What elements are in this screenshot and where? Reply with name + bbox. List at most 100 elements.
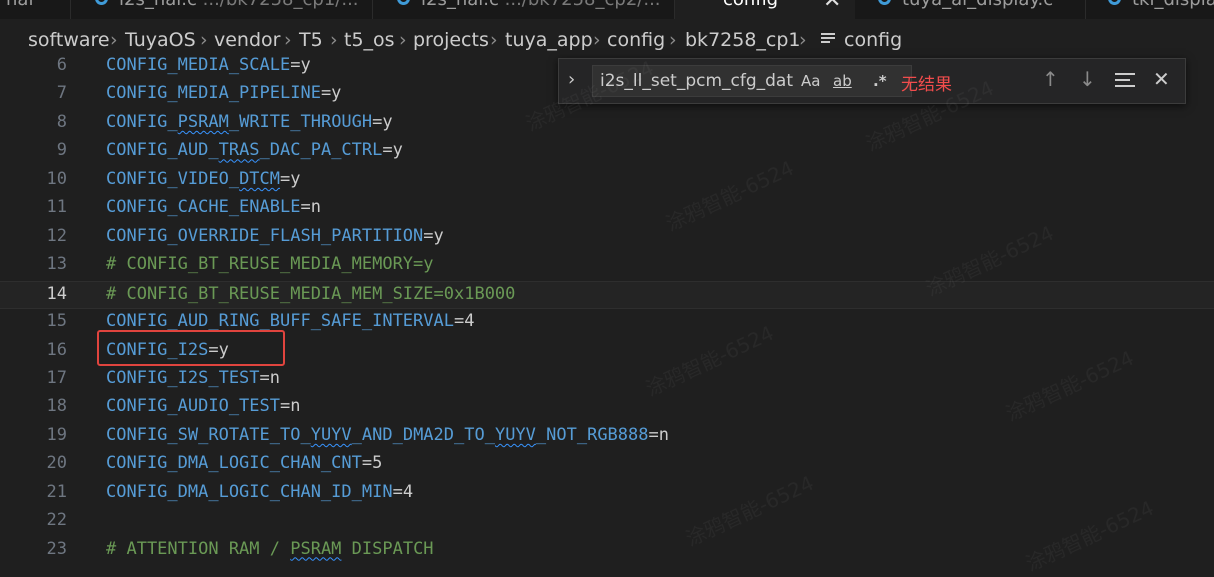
- config-key: CONFIG_PSRAM_WRITE_THROUGH: [106, 111, 373, 132]
- line-number: 12: [46, 225, 67, 246]
- find-in-selection-icon[interactable]: [1115, 73, 1135, 91]
- c-file-icon: [95, 0, 108, 5]
- chevron-right-icon: ›: [330, 29, 338, 51]
- config-key: CONFIG_DMA_LOGIC_CHAN_CNT: [106, 453, 362, 474]
- config-value: =y: [382, 140, 403, 161]
- line-number: 18: [46, 396, 67, 417]
- line-number: 23: [46, 538, 67, 559]
- breadcrumb-item-vendor[interactable]: vendor: [214, 29, 280, 51]
- tab-tkl-display[interactable]: tkl_displa: [1086, 0, 1214, 19]
- config-entry: CONFIG_CACHE_ENABLE=n: [106, 197, 321, 217]
- tab-config[interactable]: config ✕: [675, 0, 855, 19]
- close-find-icon[interactable]: ✕: [1153, 67, 1170, 91]
- next-match-arrow-down-icon[interactable]: ↓: [1079, 67, 1096, 91]
- chevron-right-icon: ›: [799, 29, 807, 51]
- config-key: CONFIG_I2S_TEST: [106, 367, 260, 388]
- line-number: 17: [46, 367, 67, 388]
- breadcrumb-item-software[interactable]: software: [28, 29, 110, 51]
- config-value: =4: [454, 311, 475, 332]
- config-entry: CONFIG_AUDIO_TEST=n: [106, 396, 300, 416]
- config-value: =5: [361, 453, 383, 474]
- config-value: =n: [280, 396, 301, 417]
- tab-hal[interactable]: hal: [0, 0, 71, 19]
- config-key: CONFIG_CACHE_ENABLE: [106, 197, 301, 218]
- code-line[interactable]: 19 CONFIG_SW_ROTATE_TO_YUYV_AND_DMA2D_TO_…: [0, 423, 1214, 451]
- comment: # CONFIG_BT_REUSE_MEDIA_MEMORY=y: [106, 254, 434, 275]
- config-key: CONFIG_DMA_LOGIC_CHAN_ID_MIN: [106, 481, 393, 502]
- tab-label: config: [723, 0, 778, 10]
- tab-path: .../bk7258_cp1/...: [203, 0, 359, 10]
- code-line[interactable]: 14 # CONFIG_BT_REUSE_MEDIA_MEM_SIZE=0x1B0…: [0, 280, 1214, 309]
- comment: # ATTENTION RAM / PSRAM DISPATCH: [106, 538, 434, 559]
- code-line[interactable]: 11 CONFIG_CACHE_ENABLE=n: [0, 195, 1214, 223]
- chevron-right-icon: ›: [669, 29, 677, 51]
- breadcrumb-item-t5-os[interactable]: t5_os: [344, 29, 395, 51]
- breadcrumb-item-tuya-app[interactable]: tuya_app: [505, 29, 593, 51]
- config-entry: CONFIG_MEDIA_SCALE=y: [106, 55, 311, 75]
- tab-label: hal: [6, 0, 33, 10]
- line-number: 21: [46, 481, 67, 502]
- comment: # CONFIG_BT_REUSE_MEDIA_MEM_SIZE=0x1B000: [106, 283, 516, 304]
- code-line[interactable]: 12 CONFIG_OVERRIDE_FLASH_PARTITION=y: [0, 224, 1214, 252]
- breadcrumb-item-tuyaos[interactable]: TuyaOS: [125, 29, 196, 51]
- code-editor[interactable]: 6 CONFIG_MEDIA_SCALE=y 7 CONFIG_MEDIA_PIPEL…: [0, 53, 1214, 569]
- text-file-icon: [821, 33, 835, 46]
- line-number: 11: [46, 197, 67, 218]
- code-line[interactable]: 23 # ATTENTION RAM / PSRAM DISPATCH: [0, 537, 1214, 565]
- find-result-status: 无结果: [901, 75, 952, 95]
- config-entry: CONFIG_AUD_RING_BUFF_SAFE_INTERVAL=4: [106, 311, 474, 331]
- line-number: 10: [46, 168, 67, 189]
- chevron-right-icon: ›: [593, 29, 601, 51]
- config-key: CONFIG_AUD_TRAS_DAC_PA_CTRL: [106, 140, 383, 161]
- code-line[interactable]: 9 CONFIG_AUD_TRAS_DAC_PA_CTRL=y: [0, 138, 1214, 166]
- tab-tuya-ai-display[interactable]: tuya_ai_display.c: [856, 0, 1086, 19]
- chevron-right-icon: ›: [284, 29, 292, 51]
- config-key: CONFIG_AUDIO_TEST: [106, 396, 280, 417]
- line-number: 6: [56, 55, 67, 75]
- code-line[interactable]: 20 CONFIG_DMA_LOGIC_CHAN_CNT=5: [0, 451, 1214, 479]
- config-value: =n: [259, 367, 281, 388]
- breadcrumb-item-bk7258-cp1[interactable]: bk7258_cp1: [685, 29, 801, 51]
- config-key: CONFIG_MEDIA_PIPELINE: [106, 83, 321, 104]
- breadcrumb-item-config-dir[interactable]: config: [607, 29, 665, 51]
- config-value: =y: [372, 111, 393, 132]
- line-number: 13: [46, 254, 67, 275]
- code-line[interactable]: 21 CONFIG_DMA_LOGIC_CHAN_ID_MIN=4: [0, 480, 1214, 508]
- find-input-box: Aa ab .*: [592, 65, 912, 97]
- tab-i2s-hal-cp2[interactable]: i2s_hal.c .../bk7258_cp2/...: [373, 0, 675, 19]
- tab-label: i2s_hal.c: [119, 0, 197, 10]
- breadcrumb-item-t5[interactable]: T5: [299, 29, 323, 51]
- config-value: =y: [423, 225, 444, 246]
- line-number: 8: [56, 111, 67, 132]
- config-entry: CONFIG_DMA_LOGIC_CHAN_CNT=5: [106, 453, 382, 473]
- chevron-right-icon: ›: [200, 29, 208, 51]
- match-case-button[interactable]: Aa: [801, 72, 820, 90]
- tab-bar: hal i2s_hal.c .../bk7258_cp1/... i2s_hal…: [0, 0, 1214, 19]
- config-value: =4: [392, 481, 414, 502]
- tab-close-icon[interactable]: ✕: [823, 0, 841, 13]
- toggle-replace-chevron-icon[interactable]: ›: [568, 69, 575, 90]
- code-line[interactable]: 18 CONFIG_AUDIO_TEST=n: [0, 394, 1214, 422]
- match-whole-word-button[interactable]: ab: [833, 72, 852, 90]
- code-line[interactable]: 8 CONFIG_PSRAM_WRITE_THROUGH=y: [0, 110, 1214, 138]
- c-file-icon: [397, 0, 410, 5]
- find-widget: › Aa ab .* 无结果 ↑ ↓ ✕: [558, 58, 1186, 104]
- tab-path: .../bk7258_cp2/...: [505, 0, 661, 10]
- line-number: 20: [46, 453, 67, 474]
- breadcrumb-item-config-file[interactable]: config: [844, 29, 902, 51]
- code-line[interactable]: 13 # CONFIG_BT_REUSE_MEDIA_MEMORY=y: [0, 252, 1214, 280]
- chevron-right-icon: ›: [399, 29, 407, 51]
- line-number: 16: [46, 339, 67, 360]
- find-input[interactable]: [600, 69, 793, 93]
- code-line[interactable]: 17 CONFIG_I2S_TEST=n: [0, 366, 1214, 394]
- use-regex-button[interactable]: .*: [873, 72, 887, 90]
- code-line[interactable]: 10 CONFIG_VIDEO_DTCM=y: [0, 167, 1214, 195]
- line-number: 19: [46, 424, 67, 445]
- tab-i2s-hal-cp1[interactable]: i2s_hal.c .../bk7258_cp1/...: [71, 0, 373, 19]
- c-file-icon: [1108, 0, 1121, 5]
- tab-label: tkl_displa: [1132, 0, 1214, 10]
- breadcrumb-item-projects[interactable]: projects: [413, 29, 489, 51]
- config-value: =n: [648, 424, 669, 445]
- previous-match-arrow-up-icon[interactable]: ↑: [1042, 67, 1059, 91]
- code-line[interactable]: 22: [0, 508, 1214, 536]
